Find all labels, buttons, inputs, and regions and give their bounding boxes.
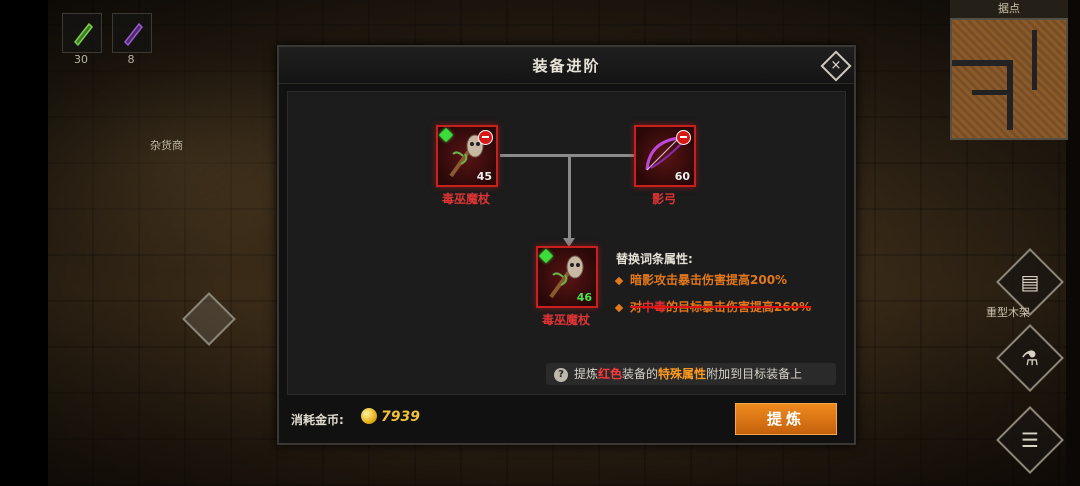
remove-icon[interactable] xyxy=(478,130,493,145)
item-level: 46 xyxy=(576,291,592,304)
flask-icon: ⚗ xyxy=(1021,346,1039,370)
refine-button[interactable]: 提炼 xyxy=(735,403,837,435)
document-icon: ▤ xyxy=(1020,270,1040,294)
attr-title: 替换词条属性: xyxy=(616,252,693,266)
hint-p4: 特殊属性 xyxy=(658,367,707,381)
quick-slot-2[interactable] xyxy=(112,13,152,53)
help-icon: ? xyxy=(554,367,568,382)
green-potion-icon xyxy=(74,22,93,47)
minimap[interactable]: 据点 xyxy=(950,0,1068,140)
result-name: 毒巫魔杖 xyxy=(541,313,590,327)
gold-coin-icon xyxy=(361,408,377,424)
hint-bar: ? 提炼红色装备的特殊属性附加到目标装备上 xyxy=(546,363,836,385)
quick-slot-1[interactable] xyxy=(62,13,102,53)
quick-slot-1-count: 30 xyxy=(74,53,88,66)
advance-panel: 45 毒巫魔杖 60 影弓 46 毒巫魔杖 替换词条属性: 暗影攻击暴击伤害提高… xyxy=(287,91,846,395)
minimap-title: 据点 xyxy=(950,0,1068,18)
attr-new: 暗影攻击暴击伤害提高200% xyxy=(614,271,788,288)
hint-p2: 红色 xyxy=(598,367,623,381)
right-letterbox xyxy=(1066,0,1080,486)
cost-value: 7939 xyxy=(381,409,420,425)
attr-new-text: 暗影攻击暴击伤害提高200% xyxy=(630,273,788,287)
connector-horizontal xyxy=(500,154,642,157)
attr-old-suffix: 的目标暴击伤害提高260% xyxy=(666,300,812,314)
menu-icon: ☰ xyxy=(1021,428,1039,452)
material-item-staff[interactable]: 45 xyxy=(436,125,498,187)
dialog-title: 装备进阶 xyxy=(532,57,601,75)
connector-vertical xyxy=(568,154,571,240)
hint-p1: 提炼 xyxy=(574,367,599,381)
purple-potion-icon xyxy=(124,22,143,47)
result-item-staff[interactable]: 46 xyxy=(536,246,598,308)
hint-p3: 装备的 xyxy=(622,367,659,381)
item-level: 45 xyxy=(476,170,492,183)
material-name-1: 毒巫魔杖 xyxy=(441,192,490,206)
hint-p5: 附加到目标装备上 xyxy=(706,367,803,381)
close-icon: × xyxy=(830,58,842,73)
bullet-icon xyxy=(614,303,624,312)
minimap-map xyxy=(950,18,1068,140)
quick-slot-2-count: 8 xyxy=(127,53,135,66)
shelf-label: 重型木架 xyxy=(986,306,1030,319)
remove-icon[interactable] xyxy=(676,130,691,145)
item-level: 60 xyxy=(674,170,690,183)
material-item-bow[interactable]: 60 xyxy=(634,125,696,187)
npc-label[interactable]: 杂货商 xyxy=(150,137,183,153)
equipment-advance-dialog: 装备进阶 × 45 毒巫魔杖 60 影弓 46 毒巫魔杖 替换词条属性: 暗影攻… xyxy=(277,45,856,445)
left-letterbox xyxy=(0,0,48,486)
attr-old-prefix: 对 xyxy=(630,300,643,314)
dialog-header: 装备进阶 × xyxy=(279,47,854,84)
attr-old-red: 中毒 xyxy=(642,300,667,314)
cost-label: 消耗金币: xyxy=(291,413,344,427)
attr-old: 对中毒的目标暴击伤害提高260% xyxy=(614,298,812,315)
bullet-icon xyxy=(614,276,624,285)
material-name-2: 影弓 xyxy=(651,192,676,206)
